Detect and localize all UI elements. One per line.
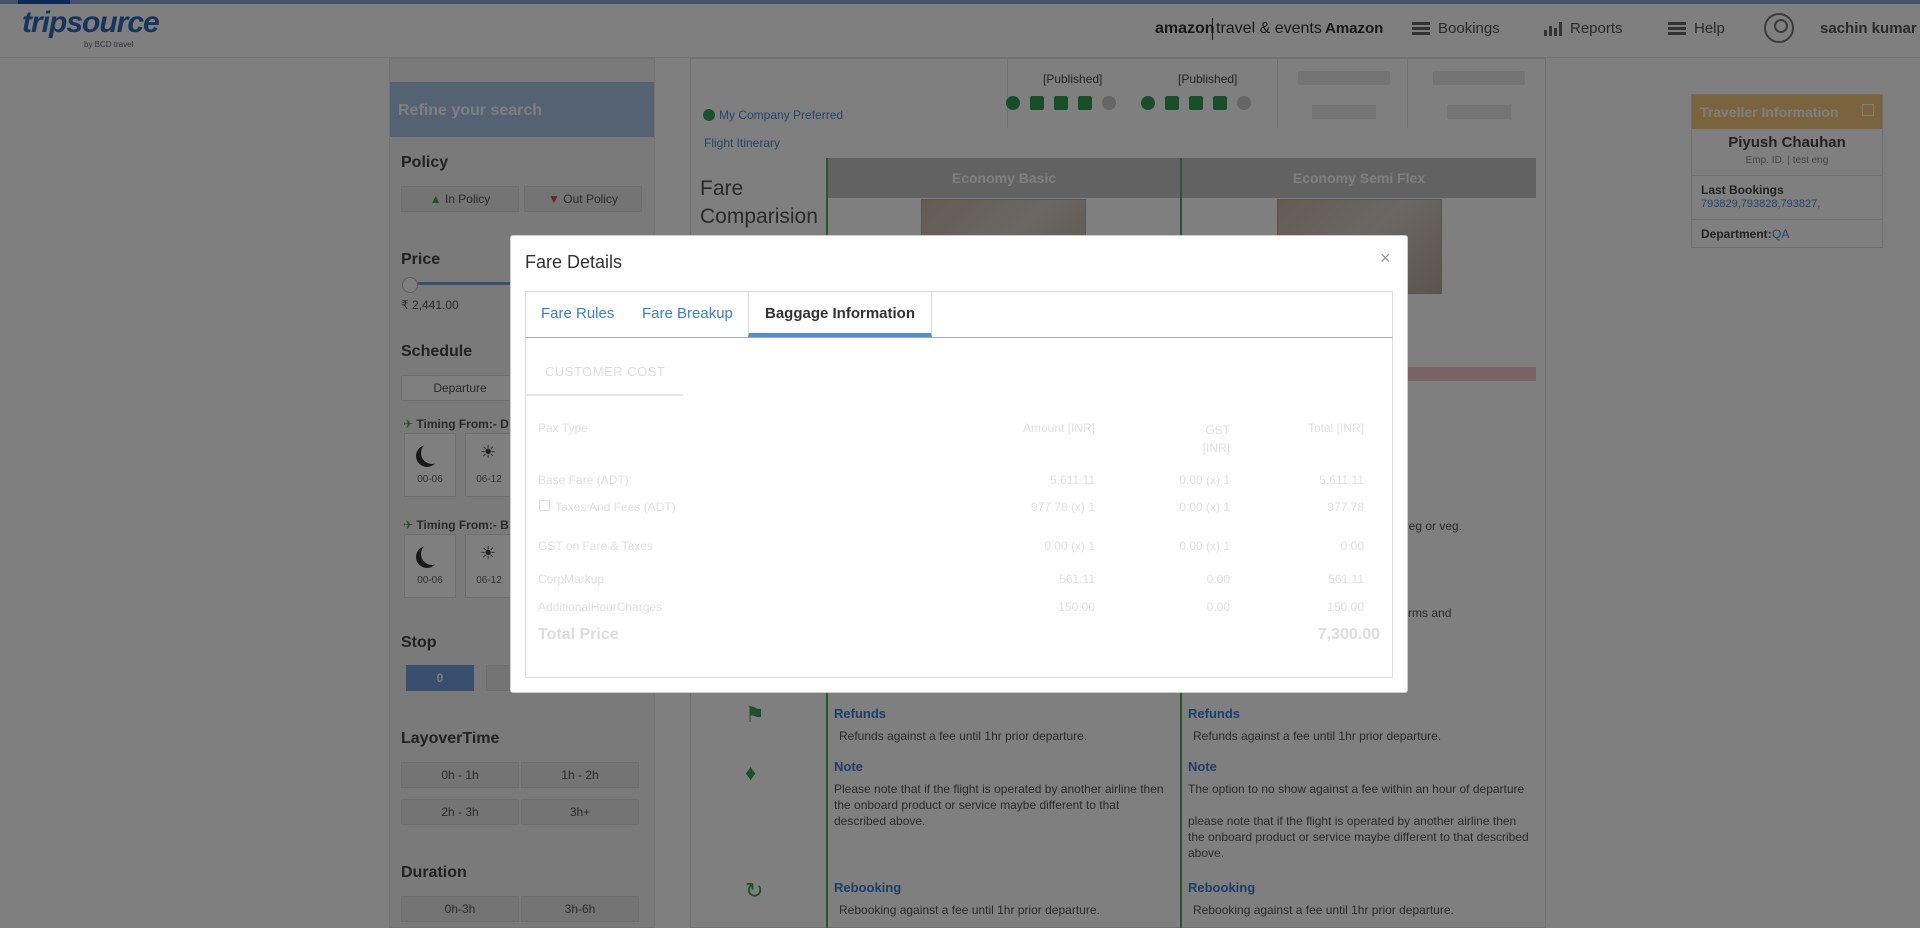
row-total: 0.00 (1340, 539, 1364, 553)
row-amount: 5,611.11 (1050, 473, 1095, 487)
row-total: 977.78 (1327, 500, 1364, 514)
col-amount: Amount [INR] (1022, 421, 1095, 435)
tab-baggage-information[interactable]: Baggage Information (748, 292, 933, 337)
row-gst: 0.00 (x) 1 (1179, 539, 1230, 553)
row-gst: 0.00 (x) 1 (1179, 500, 1230, 514)
total-price-value: 7,300.00 (1317, 626, 1380, 643)
row-total: 150.00 (1327, 600, 1364, 614)
row-gst: 0.00 (1206, 572, 1230, 586)
close-icon[interactable]: × (1380, 248, 1391, 269)
expand-plus-icon[interactable] (539, 500, 550, 511)
row-label: Base Fare (ADT) (538, 473, 629, 487)
total-price-label: Total Price (538, 626, 619, 643)
row-label: GST on Fare & Taxes (538, 539, 653, 553)
row-amount: 561.11 (1059, 572, 1095, 586)
row-label: Taxes And Fees (ADT) (555, 500, 676, 514)
row-amount: 150.00 (1058, 600, 1095, 614)
modal-title: Fare Details (525, 252, 623, 272)
col-pax-type: Pax Type (538, 421, 588, 435)
tab-fare-rules[interactable]: Fare Rules (525, 292, 630, 337)
row-total: 5,611.11 (1319, 473, 1364, 487)
row-amount: 977.78 (x) 1 (1030, 500, 1095, 514)
row-gst: 0.00 (1206, 600, 1230, 614)
row-amount: 0.00 (x) 1 (1044, 539, 1095, 553)
col-gst: GST [INR] (1202, 423, 1230, 455)
customer-cost-underline (525, 394, 683, 396)
customer-cost-tab[interactable]: CUSTOMER COST (545, 364, 665, 379)
col-total: Total [INR] (1307, 421, 1364, 435)
row-gst: 0.00 (x) 1 (1179, 473, 1230, 487)
row-label: AdditionalHourCharges (538, 600, 663, 614)
tab-fare-breakup[interactable]: Fare Breakup (626, 292, 749, 337)
row-total: 561.11 (1328, 572, 1364, 586)
row-label: CorpMarkup (538, 572, 605, 586)
